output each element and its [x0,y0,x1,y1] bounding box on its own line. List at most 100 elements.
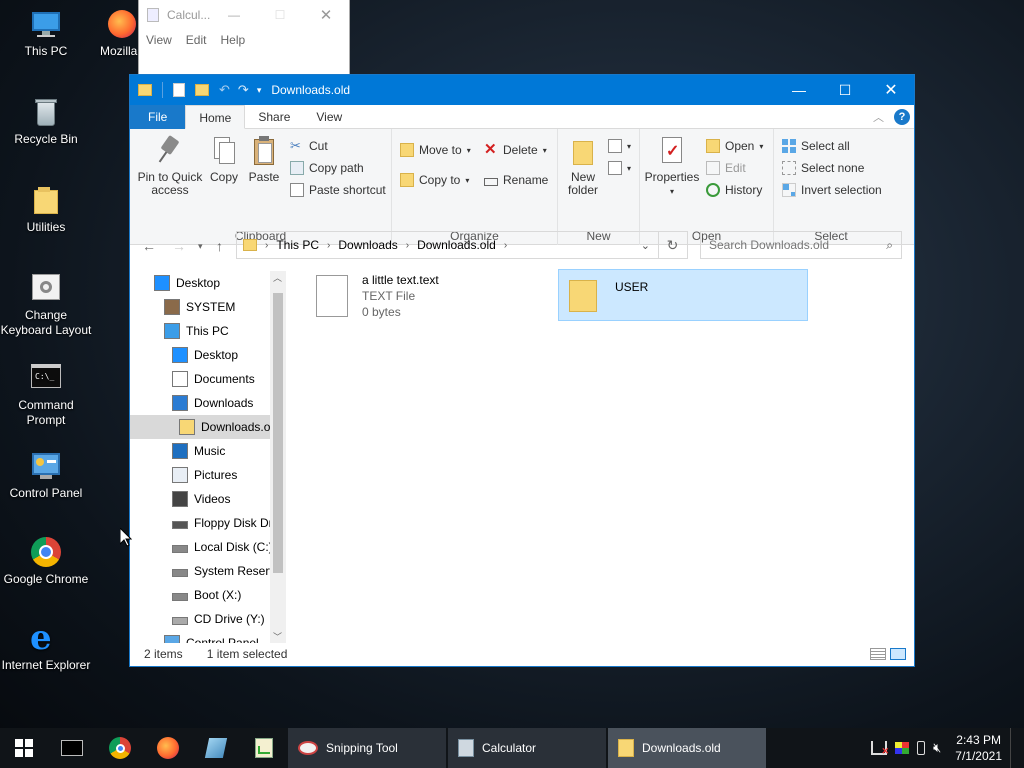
redo-icon[interactable]: ↷ [238,82,249,98]
tab-home[interactable]: Home [185,105,246,129]
recent-locations-chevron-icon[interactable]: ▾ [198,241,203,252]
nav-item[interactable]: Documents [172,367,255,391]
calculator-menu-view[interactable]: View [146,33,172,47]
navigation-scrollbar[interactable]: ︿ ﹀ [270,271,286,643]
copy-button[interactable]: Copy [206,135,242,184]
nav-item[interactable]: Music [172,439,225,463]
network-icon[interactable]: ✕ [871,741,889,756]
properties-quick-button[interactable] [173,83,185,97]
taskbar-task-manager[interactable] [240,728,288,768]
calculator-maximize-button[interactable]: ☐ [257,8,303,22]
calculator-window[interactable]: Calcul... — ☐ ✕ View Edit Help [138,0,350,80]
calculator-close-button[interactable]: ✕ [303,6,349,24]
scroll-up-chevron-icon[interactable]: ︿ [273,271,282,284]
taskbar-firefox[interactable] [144,728,192,768]
nav-item[interactable]: CD Drive (Y:) [172,607,265,631]
calculator-menu-edit[interactable]: Edit [186,33,207,47]
copy-path-button[interactable]: Copy path [290,161,364,175]
pin-to-quick-access-button[interactable]: Pin to Quick access [136,135,204,197]
close-button[interactable]: ✕ [868,75,914,105]
nav-item[interactable]: Desktop [154,271,220,295]
desktop-icon-control-panel[interactable]: Control Panel [0,450,92,501]
nav-item[interactable]: System Reserve [172,559,282,583]
taskbar-calculator[interactable]: Calculator [448,728,606,768]
calculator-titlebar[interactable]: Calcul... — ☐ ✕ [139,0,349,30]
breadcrumb-separator-icon[interactable]: › [500,240,511,251]
properties-button[interactable]: ✓ Properties ▾ [644,135,700,198]
nav-item[interactable]: SYSTEM [164,295,235,319]
scrollbar-thumb[interactable] [273,293,283,573]
history-button[interactable]: History [706,183,762,197]
search-input[interactable]: Search Downloads.old ⌕ [700,231,902,259]
large-icons-view-icon[interactable] [890,648,906,660]
nav-item[interactable]: Desktop [172,343,238,367]
file-item[interactable]: a little text.text TEXT File 0 bytes [314,267,554,321]
desktop-icon-internet-explorer[interactable]: e Internet Explorer [0,618,92,673]
breadcrumb-separator-icon[interactable]: › [402,240,413,251]
desktop-icon-keyboard-layout[interactable]: Change Keyboard Layout [0,272,92,338]
usb-icon[interactable] [917,741,926,755]
file-explorer-window[interactable]: ↶ ↷ ▾ Downloads.old — ☐ ✕ File Home Shar… [129,74,915,667]
nav-item[interactable]: Downloads.o [130,415,270,439]
clock[interactable]: 2:43 PM 7/1/2021 [949,732,1002,764]
rename-button[interactable]: Rename [484,173,548,187]
paste-button[interactable]: Paste [246,135,282,184]
address-dropdown-chevron-icon[interactable]: ⌄ [641,239,650,252]
address-bar[interactable]: › This PC › Downloads › Downloads.old › … [236,231,659,259]
new-folder-button[interactable]: New folder [562,135,604,197]
taskbar-chrome[interactable] [96,728,144,768]
new-item-button[interactable]: ▾ [608,139,631,153]
minimize-button[interactable]: — [776,75,822,105]
copy-to-button[interactable]: Copy to ▾ [400,173,469,187]
desktop-icon-command-prompt[interactable]: C:\_ Command Prompt [0,362,92,428]
nav-item[interactable]: Downloads [172,391,253,415]
nav-item[interactable]: Boot (X:) [172,583,241,607]
details-view-icon[interactable] [870,648,886,660]
maximize-button[interactable]: ☐ [822,75,868,105]
breadcrumb-downloads-old[interactable]: Downloads.old [413,238,500,252]
taskbar-app[interactable] [192,728,240,768]
nav-item[interactable]: Videos [172,487,230,511]
taskbar-command-prompt[interactable] [48,728,96,768]
nav-item[interactable]: Pictures [172,463,237,487]
breadcrumb-separator-icon[interactable]: › [261,240,272,251]
tab-share[interactable]: Share [245,105,303,129]
desktop-icon-chrome[interactable]: Google Chrome [0,536,92,587]
delete-button[interactable]: ✕ Delete ▾ [484,142,547,157]
explorer-titlebar[interactable]: ↶ ↷ ▾ Downloads.old — ☐ ✕ [130,75,914,105]
customize-qat-chevron-icon[interactable]: ▾ [257,85,262,96]
nav-item[interactable]: Local Disk (C:) [172,535,273,559]
undo-icon[interactable]: ↶ [219,82,230,98]
calculator-minimize-button[interactable]: — [211,8,257,22]
new-folder-quick-button[interactable] [195,84,209,96]
display-icon[interactable] [895,742,910,754]
tab-file[interactable]: File [130,104,186,129]
desktop-icon-recycle-bin[interactable]: Recycle Bin [0,96,92,147]
breadcrumb-separator-icon[interactable]: › [323,240,334,251]
cut-button[interactable]: ✂ Cut [290,139,328,154]
select-all-button[interactable]: Select all [782,139,850,153]
move-to-button[interactable]: Move to ▾ [400,143,471,157]
collapse-ribbon-chevron-icon[interactable]: ︿ [873,109,884,125]
select-none-button[interactable]: Select none [782,161,864,175]
forward-arrow-icon[interactable]: → [172,238,186,254]
nav-item[interactable]: Floppy Disk Dri [172,511,275,535]
breadcrumb-downloads[interactable]: Downloads [334,238,401,252]
folder-item[interactable]: USER [558,269,808,321]
up-arrow-icon[interactable]: ↑ [216,238,223,254]
easy-access-button[interactable]: ▾ [608,161,631,175]
refresh-button[interactable]: ↻ [658,231,688,259]
breadcrumb-this-pc[interactable]: This PC [272,238,323,252]
calculator-menu-help[interactable]: Help [220,33,245,47]
desktop-icon-mozilla[interactable]: Mozilla [84,8,144,59]
start-button[interactable] [0,728,48,768]
help-icon[interactable]: ? [894,108,910,125]
edit-button[interactable]: Edit [706,161,746,175]
taskbar-downloads-old[interactable]: Downloads.old [608,728,766,768]
desktop-icon-utilities[interactable]: Utilities [0,184,92,235]
invert-selection-button[interactable]: Invert selection [782,183,882,197]
volume-muted-icon[interactable]: 🔇︎ [933,740,941,756]
desktop-icon-this-pc[interactable]: This PC [0,8,92,59]
paste-shortcut-button[interactable]: Paste shortcut [290,183,386,197]
nav-item[interactable]: This PC [164,319,229,343]
